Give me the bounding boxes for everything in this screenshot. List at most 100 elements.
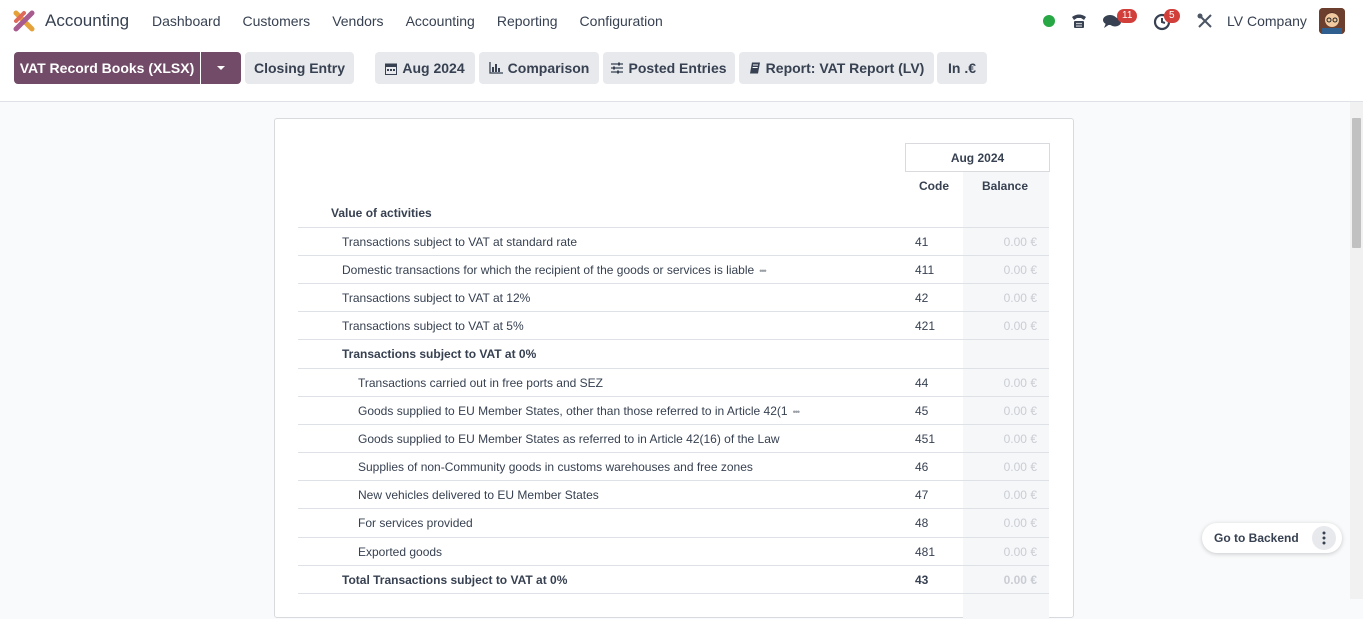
caret-down-icon <box>217 66 225 70</box>
line-code: 411 <box>915 263 935 277</box>
line-code: 47 <box>915 488 929 502</box>
line-balance[interactable]: 0.00 € <box>1004 432 1037 446</box>
line-balance[interactable]: 0.00 € <box>1004 488 1037 502</box>
line-code: 421 <box>915 319 936 333</box>
line-label: Goods supplied to EU Member States, othe… <box>358 404 801 418</box>
report-line[interactable]: Transactions subject to VAT at 5% 421 0.… <box>298 311 1049 339</box>
report-section-line[interactable]: Transactions subject to VAT at 0% <box>298 339 1049 368</box>
report-line[interactable]: New vehicles delivered to EU Member Stat… <box>298 480 1049 508</box>
export-dropdown-toggle[interactable] <box>201 52 241 84</box>
app-name[interactable]: Accounting <box>45 11 129 31</box>
line-balance[interactable]: 0.00 € <box>1004 376 1037 390</box>
report-line[interactable]: Goods supplied to EU Member States as re… <box>298 424 1049 452</box>
line-code: 46 <box>915 460 929 474</box>
line-code: 481 <box>915 545 936 559</box>
code-column-header: Code <box>919 179 949 193</box>
line-label: For services provided <box>358 516 473 530</box>
line-label: Transactions subject to VAT at 12% <box>342 291 531 305</box>
messages-badge: 11 <box>1117 9 1138 23</box>
report-line[interactable]: Goods supplied to EU Member States, othe… <box>298 396 1049 424</box>
line-code: 44 <box>915 376 929 390</box>
menu-dashboard[interactable]: Dashboard <box>152 13 221 29</box>
line-label: Exported goods <box>358 545 443 559</box>
comparison-filter-label: Comparison <box>507 60 590 76</box>
sliders-icon <box>611 62 624 74</box>
section-title[interactable]: Value of activities <box>331 206 432 220</box>
line-label-text: Goods supplied to EU Member States, othe… <box>358 404 788 418</box>
menu-customers[interactable]: Customers <box>243 13 311 29</box>
line-label: Goods supplied to EU Member States as re… <box>358 432 780 446</box>
line-label-text: Domestic transactions for which the reci… <box>342 263 755 277</box>
line-label: Total Transactions subject to VAT at 0% <box>342 573 568 587</box>
line-balance[interactable]: 0.00 € <box>1004 545 1037 559</box>
line-label: Domestic transactions for which the reci… <box>342 263 767 277</box>
line-code: 451 <box>915 432 936 446</box>
line-balance[interactable]: 0.00 € <box>1004 235 1037 249</box>
company-switcher[interactable]: LV Company <box>1227 13 1307 29</box>
kebab-menu-icon <box>1322 531 1326 545</box>
line-code: 45 <box>915 404 929 418</box>
line-code: 43 <box>915 573 929 587</box>
book-icon <box>749 62 760 74</box>
accounting-app-icon[interactable] <box>13 10 35 32</box>
user-avatar-icon <box>1319 8 1345 34</box>
line-code: 48 <box>915 516 929 530</box>
user-avatar[interactable] <box>1319 8 1345 34</box>
menu-configuration[interactable]: Configuration <box>580 13 663 29</box>
report-variant-button[interactable]: Report: VAT Report (LV) <box>739 52 934 84</box>
currency-button[interactable]: In .€ <box>937 52 987 84</box>
posted-entries-label: Posted Entries <box>628 60 727 76</box>
line-label: Transactions subject to VAT at 0% <box>342 347 537 361</box>
period-column-header: Aug 2024 <box>905 143 1050 172</box>
scrollbar-thumb[interactable] <box>1352 118 1361 248</box>
report-total-line[interactable]: Total Transactions subject to VAT at 0% … <box>298 565 1049 593</box>
line-balance[interactable]: 0.00 € <box>1004 516 1037 530</box>
report-line[interactable]: For services provided 48 0.00 € <box>298 508 1049 536</box>
calendar-icon <box>385 63 398 75</box>
line-balance[interactable]: 0.00 € <box>1004 319 1037 333</box>
line-balance[interactable]: 0.00 € <box>1004 573 1037 587</box>
ellipsis-icon: ••• <box>759 265 767 276</box>
menu-reporting[interactable]: Reporting <box>497 13 558 29</box>
line-balance[interactable]: 0.00 € <box>1004 460 1037 474</box>
posted-entries-filter-button[interactable]: Posted Entries <box>603 52 735 84</box>
line-code: 42 <box>915 291 929 305</box>
report-line[interactable]: Transactions subject to VAT at 12% 42 0.… <box>298 283 1049 311</box>
menu-vendors[interactable]: Vendors <box>332 13 383 29</box>
period-filter-label: Aug 2024 <box>402 60 465 76</box>
row-divider <box>298 593 1049 595</box>
menu-accounting[interactable]: Accounting <box>406 13 475 29</box>
line-label: Transactions carried out in free ports a… <box>358 376 604 390</box>
line-label: Transactions subject to VAT at standard … <box>342 235 578 249</box>
go-to-backend-widget: Go to Backend <box>1202 523 1342 553</box>
report-line[interactable]: Transactions subject to VAT at standard … <box>298 227 1049 255</box>
go-to-backend-button[interactable]: Go to Backend <box>1214 531 1299 545</box>
activities-badge: 5 <box>1164 9 1180 23</box>
closing-entry-button[interactable]: Closing Entry <box>245 52 354 84</box>
main-menu: Dashboard Customers Vendors Accounting R… <box>152 13 685 29</box>
line-label: Supplies of non-Community goods in custo… <box>358 460 753 474</box>
report-line[interactable]: Exported goods 481 0.00 € <box>298 537 1049 565</box>
line-balance[interactable]: 0.00 € <box>1004 263 1037 277</box>
phone-icon[interactable] <box>1069 11 1089 31</box>
report-line[interactable]: Supplies of non-Community goods in custo… <box>298 452 1049 480</box>
top-navbar: Accounting Dashboard Customers Vendors A… <box>0 0 1363 42</box>
line-balance[interactable]: 0.00 € <box>1004 291 1037 305</box>
bar-chart-icon <box>489 62 503 74</box>
line-label: New vehicles delivered to EU Member Stat… <box>358 488 599 502</box>
line-code: 41 <box>915 235 929 249</box>
status-online-icon[interactable] <box>1043 15 1055 27</box>
report-content-area: Aug 2024 Code Balance Value of activitie… <box>0 102 1363 619</box>
comparison-filter-button[interactable]: Comparison <box>479 52 599 84</box>
debug-tools-icon[interactable] <box>1195 11 1215 31</box>
control-panel: VAT Record Books (XLSX) Closing Entry Au… <box>0 42 1363 102</box>
line-balance[interactable]: 0.00 € <box>1004 404 1037 418</box>
period-filter-button[interactable]: Aug 2024 <box>375 52 475 84</box>
report-sheet: Aug 2024 Code Balance Value of activitie… <box>274 118 1074 619</box>
report-line[interactable]: Transactions carried out in free ports a… <box>298 368 1049 396</box>
ellipsis-icon: ••• <box>792 406 801 417</box>
more-options-button[interactable] <box>1312 526 1336 550</box>
report-line[interactable]: Domestic transactions for which the reci… <box>298 255 1049 283</box>
vat-record-books-button[interactable]: VAT Record Books (XLSX) <box>14 52 200 84</box>
report-variant-label: Report: VAT Report (LV) <box>765 60 925 76</box>
